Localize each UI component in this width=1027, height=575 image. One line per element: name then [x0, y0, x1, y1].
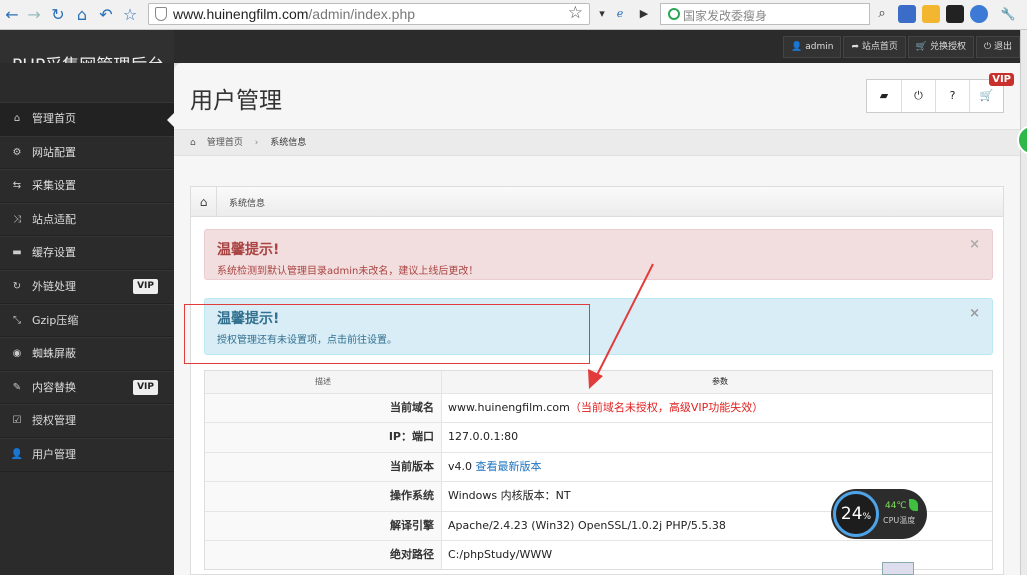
- sidebar-item-gzip[interactable]: ⤡ Gzip压缩: [0, 303, 174, 338]
- home-icon[interactable]: ⌂: [72, 5, 92, 25]
- site-home-link[interactable]: ➦ 站点首页: [843, 36, 906, 58]
- eye-slash-icon: ◉: [12, 348, 22, 360]
- breadcrumb: ⌂ 管理首页 › 系统信息: [174, 129, 1020, 156]
- power-button[interactable]: ⏻: [901, 80, 935, 112]
- undo-icon[interactable]: ↶: [96, 5, 116, 25]
- refresh-icon: ↻: [12, 280, 22, 292]
- row-label: 当前域名: [205, 394, 442, 423]
- table-row: 绝对路径 C:/phpStudy/WWW: [205, 539, 992, 570]
- retweet-icon: ⇆: [12, 180, 22, 192]
- row-value: v4.0 查看最新版本: [448, 459, 542, 473]
- user-icon: 👤: [10, 448, 24, 460]
- search-placeholder: 国家发改委瘦身: [683, 9, 768, 23]
- home-icon: ⌂: [190, 138, 196, 148]
- vip-badge: VIP: [133, 278, 158, 294]
- system-info-table: 描述 参数 当前域名 www.huinengfilm.com（当前域名未授权，高…: [204, 370, 993, 571]
- sidebar-item-collect-settings[interactable]: ⇆ 采集设置: [0, 169, 174, 203]
- gear-icon: ⚙: [12, 146, 22, 158]
- ie-icon[interactable]: ℯ: [612, 4, 628, 24]
- breadcrumb-home[interactable]: 管理首页: [207, 138, 243, 148]
- annotation-highlight-box: [184, 304, 590, 364]
- cpu-temperature-label: CPU温度: [883, 516, 916, 525]
- sidebar-item-site-config[interactable]: ⚙ 网站配置: [0, 135, 174, 170]
- panel-title: 系统信息: [229, 199, 266, 209]
- forward-icon[interactable]: →: [24, 5, 44, 25]
- cpu-temperature: 44℃: [885, 501, 907, 511]
- floating-box-icon[interactable]: [882, 562, 914, 575]
- url-host: www.huinengfilm.com: [173, 6, 309, 22]
- domain-warning-note: （当前域名未授权，高级VIP功能失效）: [569, 401, 764, 414]
- redeem-license-link[interactable]: 🛒 兑换授权: [907, 36, 974, 58]
- close-icon[interactable]: ×: [969, 237, 980, 252]
- sidebar-item-license[interactable]: ☑ 授权管理: [0, 404, 174, 438]
- cpu-temperature-widget[interactable]: 24% 44℃ CPU温度: [831, 489, 927, 539]
- column-header-description: 描述: [205, 371, 442, 393]
- play-icon[interactable]: ▶: [636, 4, 652, 24]
- comment-button[interactable]: ▰: [867, 80, 901, 112]
- check-latest-version-link[interactable]: 查看最新版本: [476, 460, 542, 473]
- sidebar-item-users[interactable]: 👤 用户管理: [0, 437, 174, 472]
- shield-icon: [155, 7, 167, 21]
- breadcrumb-current: 系统信息: [270, 138, 307, 148]
- sidebar-item-external-links[interactable]: ↻ 外链处理 VIP: [0, 269, 174, 304]
- alert-message: 系统检测到默认管理目录admin未改名，建议上线后更改！: [217, 266, 479, 277]
- row-label: IP：端口: [205, 423, 442, 452]
- table-row: IP：端口 127.0.0.1:80: [205, 422, 992, 452]
- table-row: 当前域名 www.huinengfilm.com（当前域名未授权，高级VIP功能…: [205, 393, 992, 423]
- check-square-icon: ☑: [12, 415, 22, 427]
- compress-icon: ⤡: [13, 314, 21, 326]
- reload-icon[interactable]: ↻: [48, 5, 68, 25]
- admin-user-link[interactable]: 👤 admin: [783, 36, 842, 58]
- address-bar[interactable]: www.huinengfilm.com/admin/index.php ☆: [148, 3, 590, 25]
- dropdown-icon[interactable]: ▾: [594, 4, 610, 24]
- alert-title: 温馨提示!: [217, 242, 280, 258]
- bookmark-star-icon[interactable]: ☆: [568, 3, 583, 23]
- pencil-icon: ✎: [12, 381, 22, 393]
- logout-link[interactable]: ⏻ 退出: [976, 36, 1020, 58]
- search-engine-icon: [668, 8, 680, 20]
- panel-header: ⌂ 系统信息: [191, 187, 1003, 217]
- url-path: /admin/index.php: [308, 6, 416, 22]
- home-icon: ⌂: [191, 187, 217, 216]
- table-row: 当前版本 v4.0 查看最新版本: [205, 451, 992, 482]
- help-button[interactable]: ?: [935, 80, 969, 112]
- alert-warning-admin-dir: 温馨提示! 系统检测到默认管理目录admin未改名，建议上线后更改！ ×: [204, 229, 993, 280]
- sidebar-item-content-replace[interactable]: ✎ 内容替换 VIP: [0, 370, 174, 405]
- bookmark-extension-icon[interactable]: [922, 5, 940, 23]
- wrench-icon[interactable]: 🔧: [1000, 4, 1016, 24]
- row-label: 解译引擎: [205, 511, 442, 540]
- folder-icon: ▬: [12, 247, 22, 259]
- row-value: 127.0.0.1:80: [448, 430, 519, 444]
- sidebar-menu: ⌂ 管理首页 ⚙ 网站配置 ⇆ 采集设置 ⤨ 站点适配 ▬ 缓存设置 ↻ 外链处理 VIP ⤡…: [0, 102, 174, 472]
- sidebar-item-admin-home[interactable]: ⌂ 管理首页: [0, 102, 174, 136]
- leaf-icon: [909, 499, 918, 511]
- home-icon: ⌂: [13, 113, 21, 124]
- vip-corner-badge: VIP: [989, 73, 1014, 86]
- sidebar-item-site-adapt[interactable]: ⤨ 站点适配: [0, 202, 174, 237]
- row-label: 操作系统: [205, 482, 442, 511]
- star-icon[interactable]: ☆: [120, 5, 140, 25]
- row-label: 当前版本: [205, 452, 442, 482]
- grid-extension-icon[interactable]: [898, 5, 916, 23]
- shield-extension-icon[interactable]: [970, 5, 988, 23]
- close-icon[interactable]: ×: [969, 306, 980, 321]
- row-value: www.huinengfilm.com（当前域名未授权，高级VIP功能失效）: [448, 401, 764, 414]
- search-box[interactable]: 国家发改委瘦身: [660, 3, 870, 25]
- vip-badge: VIP: [133, 379, 158, 395]
- s-extension-icon[interactable]: [946, 5, 964, 23]
- table-header: 描述 参数: [205, 371, 992, 393]
- sidebar-item-spider-block[interactable]: ◉ 蜘蛛屏蔽: [0, 337, 174, 371]
- chevron-right-icon: ›: [254, 138, 259, 148]
- back-icon[interactable]: ←: [2, 5, 22, 25]
- sidebar-item-cache[interactable]: ▬ 缓存设置: [0, 236, 174, 270]
- search-icon[interactable]: ⌕: [874, 4, 890, 24]
- shuffle-icon: ⤨: [13, 213, 21, 225]
- scrollbar[interactable]: [1020, 30, 1027, 575]
- cpu-usage-ring: 24%: [833, 491, 879, 537]
- browser-toolbar: ← → ↻ ⌂ ↶ ☆ www.huinengfilm.com/admin/in…: [0, 0, 1027, 30]
- page-title: 用户管理: [190, 88, 282, 114]
- column-header-parameter: 参数: [712, 377, 728, 386]
- row-label: 绝对路径: [205, 540, 442, 570]
- toolbar-buttons: ▰ ⏻ ? 🛒: [866, 79, 1004, 113]
